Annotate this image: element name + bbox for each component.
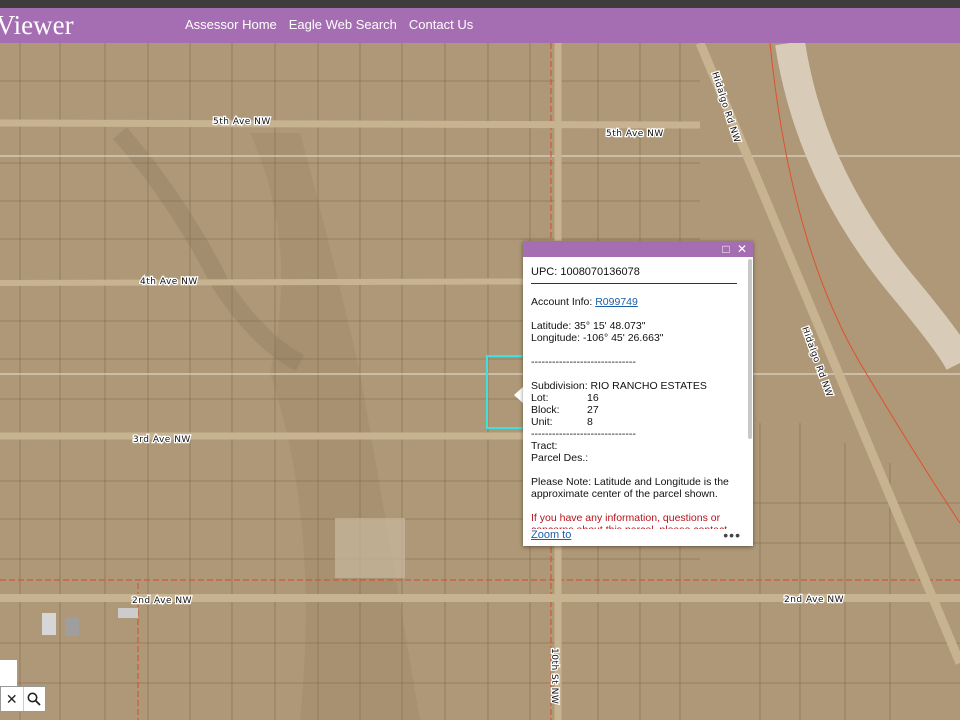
tract-label: Tract: xyxy=(531,440,558,452)
road-label-5th-ave-nw-east: 5th Ave NW xyxy=(606,129,664,139)
popup-header: □ ✕ xyxy=(523,241,753,257)
parcel-des-label: Parcel Des.: xyxy=(531,452,589,464)
clear-icon[interactable]: ✕ xyxy=(1,687,23,711)
road-label-5th-ave-nw-west: 5th Ave NW xyxy=(213,117,271,127)
zoom-to-link[interactable]: Zoom to xyxy=(531,529,571,541)
road-label-10th-st-nw: 10th St NW xyxy=(549,648,559,704)
unit-label: Unit: xyxy=(531,416,553,428)
parcel-popup: □ ✕ UPC: 1008070136078 Account Info: R09… xyxy=(523,241,753,546)
road-label-2nd-ave-nw-east: 2nd Ave NW xyxy=(784,595,844,605)
more-icon[interactable]: ••• xyxy=(723,527,741,543)
road-label-4th-ave-nw: 4th Ave NW xyxy=(140,277,198,287)
divider-text: ------------------------------ xyxy=(531,356,636,368)
popup-scrollbar[interactable] xyxy=(748,259,752,439)
search-controls: ✕ xyxy=(0,686,46,712)
divider-text-2: ------------------------------ xyxy=(531,428,636,440)
map-view[interactable]: 5th Ave NW 5th Ave NW 4th Ave NW 3rd Ave… xyxy=(0,43,960,720)
latitude-text: Latitude: 35° 15' 48.073" xyxy=(531,320,646,332)
nav-links: Assessor Home Eagle Web Search Contact U… xyxy=(185,17,473,32)
account-link[interactable]: R099749 xyxy=(595,296,638,308)
popup-footer: Zoom to ••• xyxy=(531,527,745,543)
search-panel xyxy=(0,660,17,686)
map-canvas[interactable]: 5th Ave NW 5th Ave NW 4th Ave NW 3rd Ave… xyxy=(0,43,960,720)
popup-body[interactable]: UPC: 1008070136078 Account Info: R099749… xyxy=(523,257,745,529)
coordinate-note: Please Note: Latitude and Longitude is t… xyxy=(531,476,729,500)
contact-note: If you have any information, questions o… xyxy=(531,512,727,529)
longitude-text: Longitude: -106° 45' 26.663" xyxy=(531,332,664,344)
close-icon[interactable]: ✕ xyxy=(735,242,749,256)
account-label: Account Info: xyxy=(531,296,593,308)
nav-contact-us[interactable]: Contact Us xyxy=(409,17,473,32)
lot-label: Lot: xyxy=(531,392,549,404)
unit-value: 8 xyxy=(587,416,593,428)
road-label-2nd-ave-nw-west: 2nd Ave NW xyxy=(132,596,192,606)
app-header: el Viewer Assessor Home Eagle Web Search… xyxy=(0,8,960,43)
block-value: 27 xyxy=(587,404,599,416)
nav-eagle-web-search[interactable]: Eagle Web Search xyxy=(289,17,397,32)
lot-value: 16 xyxy=(587,392,599,404)
upc-text: UPC: 1008070136078 xyxy=(531,266,737,284)
app-title: el Viewer xyxy=(0,10,74,40)
maximize-icon[interactable]: □ xyxy=(719,242,733,256)
top-strip xyxy=(0,0,960,8)
block-label: Block: xyxy=(531,404,560,416)
search-icon[interactable] xyxy=(22,687,46,711)
road-label-3rd-ave-nw: 3rd Ave NW xyxy=(133,435,191,445)
nav-assessor-home[interactable]: Assessor Home xyxy=(185,17,277,32)
subdivision-text: Subdivision: RIO RANCHO ESTATES xyxy=(531,380,707,392)
